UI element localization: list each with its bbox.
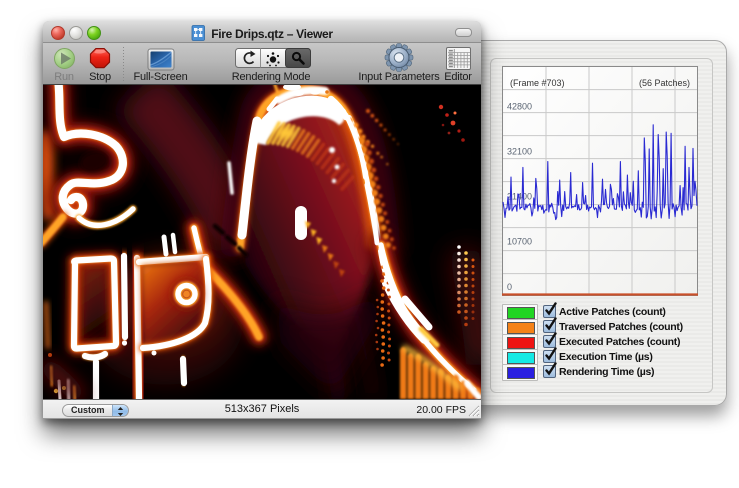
svg-text:32100: 32100 (507, 147, 532, 157)
svg-text:(56 Patches): (56 Patches) (639, 78, 690, 88)
svg-text:0: 0 (507, 282, 512, 292)
svg-text:42800: 42800 (507, 102, 532, 112)
svg-text:10700: 10700 (507, 237, 532, 247)
svg-text:(Frame #703): (Frame #703) (510, 78, 565, 88)
